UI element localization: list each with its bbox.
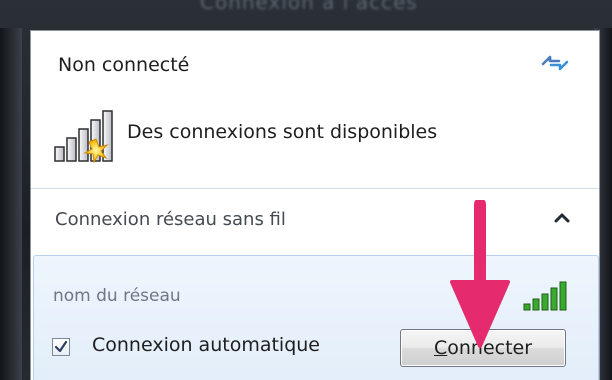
window-title-fragment: Connexion à l'accès (200, 0, 418, 14)
network-name: nom du réseau (53, 286, 181, 306)
connect-button[interactable]: Connecter (400, 329, 566, 367)
connect-button-mnemonic: C (433, 337, 448, 359)
auto-connect-checkbox[interactable] (52, 338, 70, 356)
status-title: Non connecté (58, 54, 190, 76)
connection-status: Non connecté Des connexions sont disponi… (31, 31, 599, 188)
wireless-section-header[interactable]: Connexion réseau sans fil (31, 189, 599, 255)
screenshot-stage: Connexion à l'accès Non connecté Des con… (0, 0, 612, 380)
wireless-unavailable-icon (54, 110, 113, 163)
signal-strength-icon (523, 281, 567, 311)
network-flyout: Non connecté Des connexions sont disponi… (30, 30, 600, 380)
chevron-up-icon[interactable] (553, 211, 571, 225)
window-frame-left (0, 28, 22, 380)
auto-connect-label[interactable]: Connexion automatique (92, 334, 320, 356)
network-list-item[interactable]: nom du réseau Connexion automatique Conn… (33, 255, 599, 380)
checkmark-icon (54, 340, 68, 353)
connections-available-text: Des connexions sont disponibles (127, 121, 438, 143)
connect-button-label-after: onnecter (447, 337, 533, 359)
wireless-section-title: Connexion réseau sans fil (55, 209, 286, 230)
refresh-icon[interactable] (539, 51, 571, 75)
